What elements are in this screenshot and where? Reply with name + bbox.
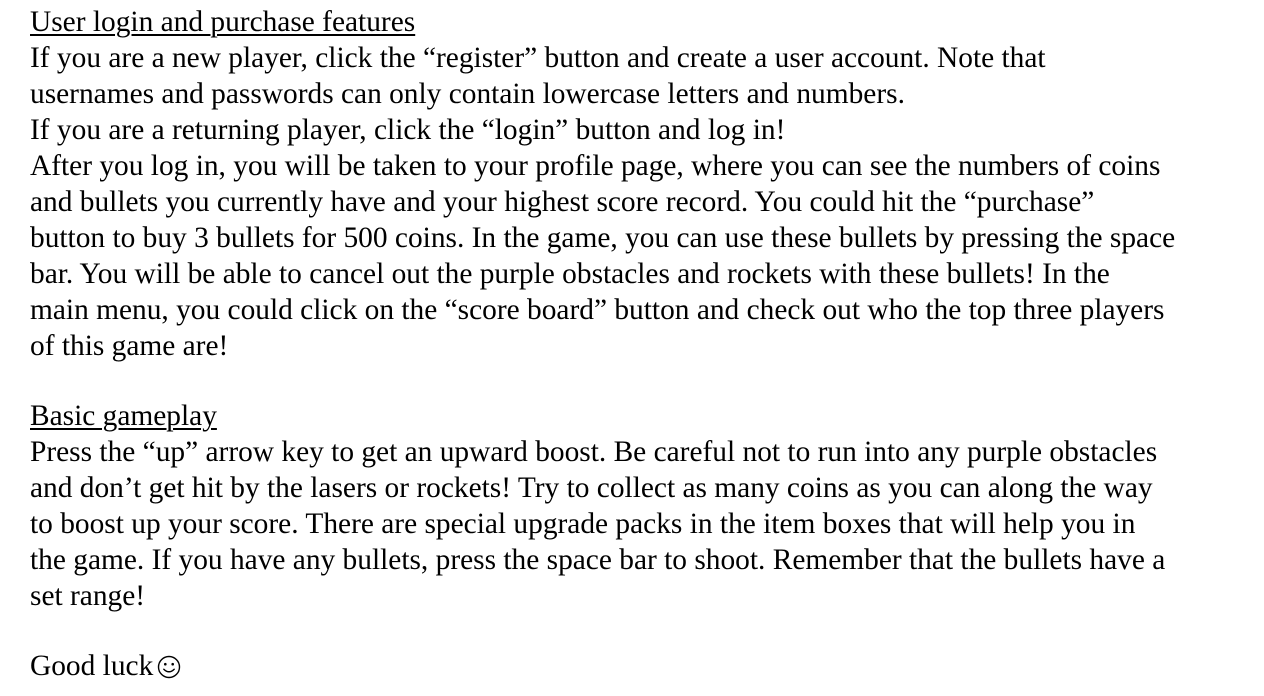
closing-text: Good luck (30, 650, 154, 682)
closing-line: Good luck (30, 648, 1245, 688)
paragraph-line: the game. If you have any bullets, press… (30, 544, 1166, 576)
document-body: User login and purchase features If you … (30, 4, 1245, 688)
paragraph-line: of this game are! (30, 330, 229, 362)
paragraph-line: and bullets you currently have and your … (30, 186, 1095, 218)
smiley-face-icon (157, 652, 181, 688)
section-heading-login-purchase: User login and purchase features (30, 6, 416, 38)
paragraph-line: main menu, you could click on the “score… (30, 294, 1165, 326)
paragraph-line: set range! (30, 580, 146, 612)
paragraph-line: If you are a returning player, click the… (30, 114, 786, 146)
paragraph-line: Press the “up” arrow key to get an upwar… (30, 436, 1158, 468)
paragraph-line: After you log in, you will be taken to y… (30, 150, 1161, 182)
paragraph-line: usernames and passwords can only contain… (30, 78, 905, 110)
section-heading-basic-gameplay: Basic gameplay (30, 400, 217, 432)
paragraph-line: bar. You will be able to cancel out the … (30, 258, 1110, 290)
paragraph-line: button to buy 3 bullets for 500 coins. I… (30, 222, 1176, 254)
paragraph-line: to boost up your score. There are specia… (30, 508, 1136, 540)
paragraph-line: and don’t get hit by the lasers or rocke… (30, 472, 1153, 504)
paragraph-line: If you are a new player, click the “regi… (30, 42, 1046, 74)
